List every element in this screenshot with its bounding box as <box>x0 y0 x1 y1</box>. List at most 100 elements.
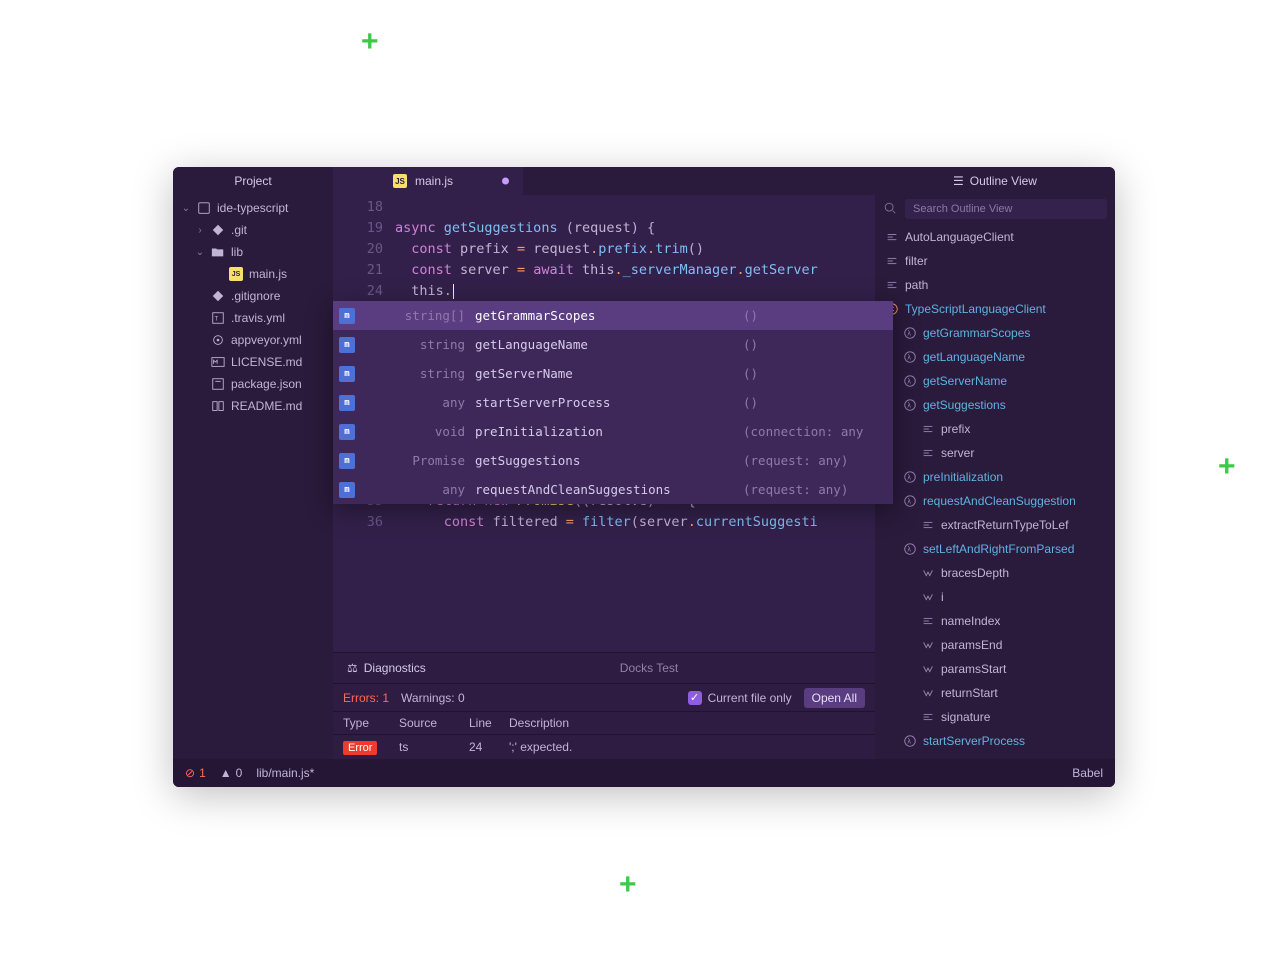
tree-item[interactable]: LICENSE.md <box>173 351 333 373</box>
tree-item[interactable]: .gitignore <box>173 285 333 307</box>
tree-item[interactable]: appveyor.yml <box>173 329 333 351</box>
outline-label: startServerProcess <box>923 734 1025 748</box>
outline-kind-icon: λ <box>903 542 917 556</box>
suggest-return-type: string <box>365 337 475 352</box>
suggest-name: getServerName <box>475 366 743 381</box>
docks-test-tab[interactable]: Docks Test <box>440 661 692 675</box>
suggest-row[interactable]: manyrequestAndCleanSuggestions(request: … <box>333 475 893 504</box>
outline-kind-icon: λ <box>903 326 917 340</box>
outline-search-input[interactable] <box>905 199 1107 219</box>
autocomplete-popup[interactable]: mstring[]getGrammarScopes()mstringgetLan… <box>333 301 893 504</box>
outline-row[interactable]: nameIndex <box>881 609 1109 633</box>
outline-label: returnStart <box>941 686 998 700</box>
suggest-kind-icon: m <box>339 395 355 411</box>
open-all-button[interactable]: Open All <box>804 688 865 708</box>
project-title: Project <box>173 167 333 195</box>
outline-label: setLeftAndRightFromParsed <box>923 542 1074 556</box>
tree-item[interactable]: package.json <box>173 373 333 395</box>
outline-kind-icon <box>921 638 935 652</box>
outline-row[interactable]: signature <box>881 705 1109 729</box>
outline-row[interactable]: λrequestAndCleanSuggestion <box>881 489 1109 513</box>
suggest-row[interactable]: mvoidpreInitialization(connection: any <box>333 417 893 446</box>
suggest-signature: () <box>743 308 893 323</box>
code-editor[interactable]: 1819202124 33343536 async getSuggestions… <box>333 195 875 652</box>
outline-row[interactable]: extractReturnTypeToLef <box>881 513 1109 537</box>
outline-row[interactable]: λgetLanguageName <box>881 345 1109 369</box>
error-badge: Error <box>343 741 377 755</box>
status-errors[interactable]: ⊘ 1 <box>185 766 206 780</box>
file-icon <box>211 355 225 369</box>
outline-kind-icon <box>921 614 935 628</box>
outline-row[interactable]: λ getServerName <box>881 369 1109 393</box>
suggest-name: requestAndCleanSuggestions <box>475 482 743 497</box>
project-tree[interactable]: ⌄ ide-typescript ›.git⌄libJSmain.js.giti… <box>173 195 333 419</box>
col-desc: Description <box>509 716 865 730</box>
diagnostics-label: Diagnostics <box>364 661 426 675</box>
chevron-icon: ⌄ <box>195 247 205 258</box>
file-icon <box>211 289 225 303</box>
outline-row[interactable]: returnStart <box>881 681 1109 705</box>
outline-row[interactable]: bracesDepth <box>881 561 1109 585</box>
outline-kind-icon <box>921 422 935 436</box>
outline-row[interactable]: server <box>881 441 1109 465</box>
suggest-row[interactable]: mPromisegetSuggestions(request: any) <box>333 446 893 475</box>
tab-main-js[interactable]: JS main.js <box>333 167 523 195</box>
suggest-signature: (connection: any <box>743 424 893 439</box>
outline-row[interactable]: prefix <box>881 417 1109 441</box>
suggest-return-type: any <box>365 395 475 410</box>
suggest-name: getLanguageName <box>475 337 743 352</box>
svg-text:λ: λ <box>907 379 911 386</box>
suggest-kind-icon: m <box>339 482 355 498</box>
outline-row[interactable]: filter <box>881 249 1109 273</box>
outline-row[interactable]: λ setLeftAndRightFromParsed <box>881 537 1109 561</box>
tree-item[interactable]: JSmain.js <box>173 263 333 285</box>
outline-row[interactable]: paramsStart <box>881 657 1109 681</box>
outline-label: path <box>905 278 928 292</box>
tab-filename: main.js <box>415 174 453 188</box>
tree-item[interactable]: ›.git <box>173 219 333 241</box>
outline-label: getSuggestions <box>923 398 1006 412</box>
status-warnings[interactable]: ▲ 0 <box>220 766 243 780</box>
outline-label: getServerName <box>923 374 1007 388</box>
suggest-row[interactable]: mstring[]getGrammarScopes() <box>333 301 893 330</box>
suggest-row[interactable]: manystartServerProcess() <box>333 388 893 417</box>
tree-item-label: appveyor.yml <box>231 333 302 347</box>
suggest-signature: () <box>743 395 893 410</box>
outline-row[interactable]: AutoLanguageClient <box>881 225 1109 249</box>
col-type: Type <box>343 716 399 730</box>
file-icon <box>211 223 225 237</box>
suggest-row[interactable]: mstringgetServerName() <box>333 359 893 388</box>
outline-row[interactable]: λstartServerProcess <box>881 729 1109 753</box>
status-file[interactable]: lib/main.js* <box>256 766 314 780</box>
outline-row[interactable]: λpreInitialization <box>881 465 1109 489</box>
outline-label: server <box>941 446 974 460</box>
diagnostics-tab[interactable]: ⚖ Diagnostics <box>333 661 440 675</box>
suggest-signature: () <box>743 337 893 352</box>
current-file-only-checkbox[interactable]: Current file only <box>688 691 792 705</box>
error-icon: ⊘ <box>185 766 195 780</box>
outline-row[interactable]: λgetSuggestions <box>881 393 1109 417</box>
suggest-row[interactable]: mstringgetLanguageName() <box>333 330 893 359</box>
diag-line: 24 <box>469 740 509 754</box>
diagnostics-row[interactable]: Error ts 24 ';' expected. <box>333 735 875 759</box>
tree-item[interactable]: T.travis.yml <box>173 307 333 329</box>
status-language[interactable]: Babel <box>1072 766 1103 780</box>
diagnostics-header: Type Source Line Description <box>333 711 875 735</box>
outline-list[interactable]: AutoLanguageClient filter path CTypeScriptL… <box>875 223 1115 759</box>
modified-dot-icon <box>502 178 509 185</box>
decor-plus-icon: + <box>619 868 637 902</box>
outline-row[interactable]: λgetGrammarScopes <box>881 321 1109 345</box>
suggest-return-type: string[] <box>365 308 475 323</box>
outline-label: AutoLanguageClient <box>905 230 1014 244</box>
outline-row[interactable]: paramsEnd <box>881 633 1109 657</box>
tree-item[interactable]: README.md <box>173 395 333 417</box>
outline-label: preInitialization <box>923 470 1003 484</box>
decor-plus-icon: + <box>361 25 379 59</box>
outline-row[interactable]: CTypeScriptLanguageClient <box>881 297 1109 321</box>
tree-root[interactable]: ⌄ ide-typescript <box>173 197 333 219</box>
outline-row[interactable]: i <box>881 585 1109 609</box>
outline-label: prefix <box>941 422 970 436</box>
tree-item[interactable]: ⌄lib <box>173 241 333 263</box>
outline-label: requestAndCleanSuggestion <box>923 494 1076 508</box>
outline-row[interactable]: path <box>881 273 1109 297</box>
